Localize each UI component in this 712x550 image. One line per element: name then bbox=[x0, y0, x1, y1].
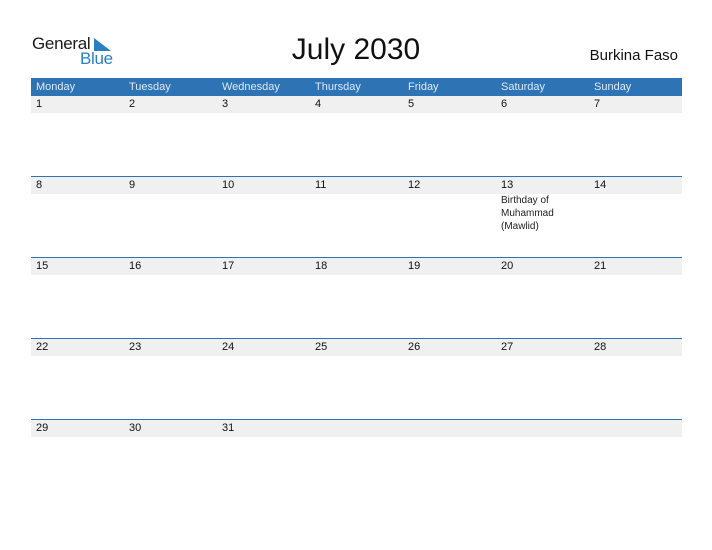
day-number: 3 bbox=[222, 98, 229, 110]
week-row: 15 16 17 18 19 20 21 bbox=[31, 257, 682, 339]
day-event: Birthday of Muhammad (Mawlid) bbox=[501, 195, 554, 232]
weekday-header: Monday Tuesday Wednesday Thursday Friday… bbox=[31, 78, 682, 96]
day-number: 30 bbox=[129, 422, 142, 434]
day-number: 19 bbox=[408, 260, 421, 272]
day-event bbox=[310, 194, 403, 233]
day-number: 10 bbox=[222, 179, 235, 191]
day-number: 20 bbox=[501, 260, 514, 272]
day-event bbox=[589, 194, 682, 233]
week-row: 22 23 24 25 26 27 28 bbox=[31, 338, 682, 420]
date-bar: 1 2 3 4 5 6 7 bbox=[31, 96, 682, 113]
date-bar: 15 16 17 18 19 20 21 bbox=[31, 258, 682, 275]
day-number: 11 bbox=[315, 179, 327, 191]
day-number: 12 bbox=[408, 179, 421, 191]
day-number: 7 bbox=[594, 98, 601, 110]
day-number: 13 bbox=[501, 179, 514, 191]
day-number: 22 bbox=[36, 341, 49, 353]
day-number: 21 bbox=[594, 260, 607, 272]
day-number: 1 bbox=[36, 98, 43, 110]
day-number bbox=[403, 420, 496, 437]
day-number: 29 bbox=[36, 422, 49, 434]
day-number: 15 bbox=[36, 260, 49, 272]
weekday-thursday: Thursday bbox=[315, 81, 361, 93]
day-number: 8 bbox=[36, 179, 43, 191]
week-row: 1 2 3 4 5 6 7 bbox=[31, 96, 682, 177]
date-bar: 29 30 31 bbox=[31, 420, 682, 437]
day-number: 31 bbox=[222, 422, 235, 434]
date-bar: 8 9 10 11 12 13 14 bbox=[31, 177, 682, 194]
week-row: 8 9 10 11 12 13 14 Birthday of Muhammad (Mawlid… bbox=[31, 176, 682, 258]
events-row: Birthday of Muhammad (Mawlid) bbox=[31, 194, 682, 233]
day-number: 16 bbox=[129, 260, 142, 272]
weekday-wednesday: Wednesday bbox=[222, 81, 280, 93]
day-number: 9 bbox=[129, 179, 136, 191]
day-event bbox=[403, 194, 496, 233]
day-number: 14 bbox=[594, 179, 607, 191]
weekday-monday: Monday bbox=[36, 81, 76, 93]
date-bar: 22 23 24 25 26 27 28 bbox=[31, 339, 682, 356]
day-number: 17 bbox=[222, 260, 235, 272]
day-number: 5 bbox=[408, 98, 415, 110]
country-label: Burkina Faso bbox=[589, 47, 678, 64]
day-number: 18 bbox=[315, 260, 328, 272]
day-number: 24 bbox=[222, 341, 235, 353]
day-number bbox=[589, 420, 682, 437]
weekday-saturday: Saturday bbox=[501, 81, 546, 93]
day-number bbox=[310, 420, 403, 437]
day-number: 2 bbox=[129, 98, 136, 110]
day-event bbox=[217, 194, 310, 233]
day-number: 26 bbox=[408, 341, 421, 353]
day-event bbox=[31, 194, 124, 233]
day-number: 23 bbox=[129, 341, 142, 353]
day-number: 28 bbox=[594, 341, 607, 353]
weekday-sunday: Sunday bbox=[594, 81, 632, 93]
day-number bbox=[496, 420, 589, 437]
day-number: 6 bbox=[501, 98, 508, 110]
weekday-tuesday: Tuesday bbox=[129, 81, 171, 93]
day-number: 25 bbox=[315, 341, 328, 353]
day-number: 27 bbox=[501, 341, 514, 353]
weekday-friday: Friday bbox=[408, 81, 439, 93]
day-event bbox=[124, 194, 217, 233]
day-number: 4 bbox=[315, 98, 322, 110]
week-row: 29 30 31 bbox=[31, 419, 682, 501]
